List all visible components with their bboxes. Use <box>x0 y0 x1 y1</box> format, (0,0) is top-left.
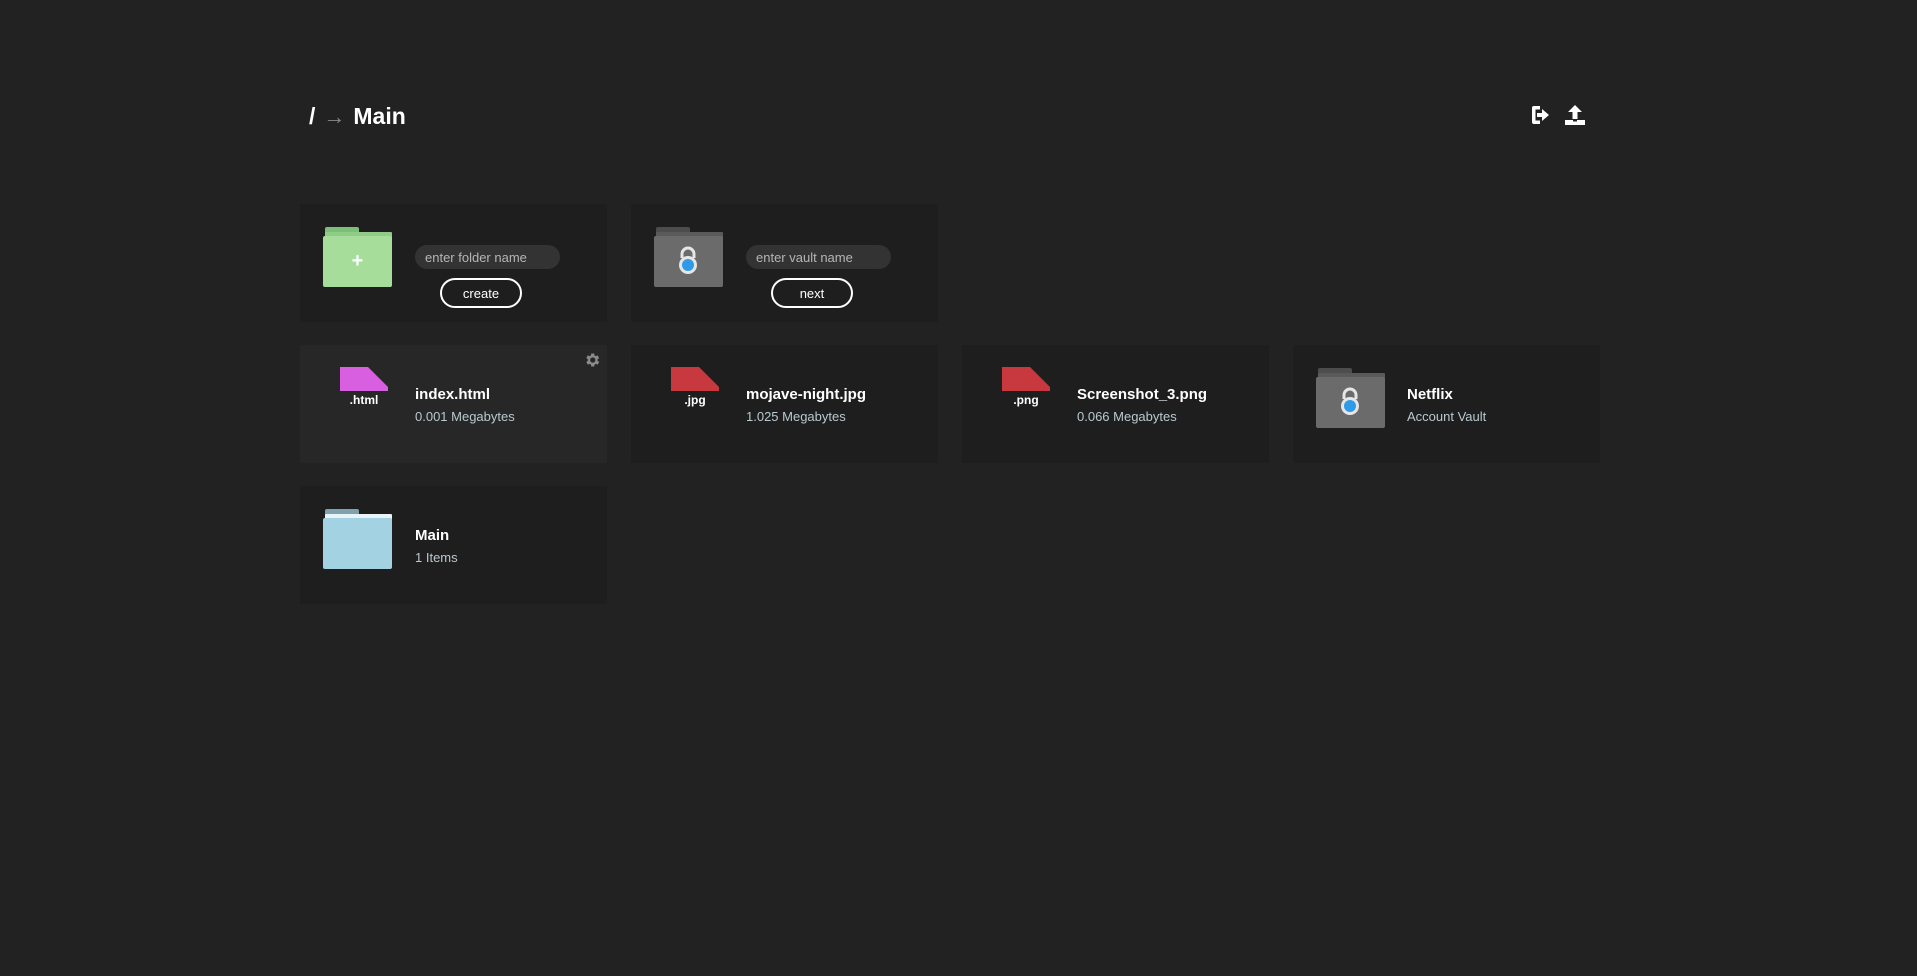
file-size: 0.066 Megabytes <box>1077 409 1177 424</box>
breadcrumb: / → Main <box>309 103 406 130</box>
jpg-file-icon: .jpg <box>671 367 719 407</box>
file-name: Screenshot_3.png <box>1077 386 1208 403</box>
new-vault-icon[interactable] <box>654 227 723 287</box>
breadcrumb-separator: → <box>323 103 346 129</box>
plus-icon: + <box>351 250 364 272</box>
html-file-icon: .html <box>340 367 388 407</box>
new-folder-icon[interactable]: + <box>323 227 392 287</box>
file-name: mojave-night.jpg <box>746 386 866 403</box>
file-size: 0.001 Megabytes <box>415 409 515 424</box>
folder-card-main[interactable]: Main 1 Items <box>300 486 607 604</box>
file-extension: .html <box>349 393 379 407</box>
vault-name-input[interactable] <box>746 245 891 269</box>
png-file-icon: .png <box>1002 367 1050 407</box>
create-vault-card: next <box>631 204 938 322</box>
folder-name-input[interactable] <box>415 245 560 269</box>
upload-icon[interactable] <box>1563 103 1587 127</box>
folder-name: Main <box>415 527 450 544</box>
file-card-mojave-night-jpg[interactable]: .jpg mojave-night.jpg 1.025 Megabytes <box>631 345 938 463</box>
file-extension: .png <box>1013 393 1039 407</box>
header-actions <box>1529 103 1587 127</box>
next-button[interactable]: next <box>771 278 853 308</box>
folder-icon <box>323 509 392 569</box>
file-manager-page: / → Main + create <box>0 0 1917 976</box>
gear-icon[interactable] <box>583 351 601 369</box>
lock-icon <box>1341 387 1359 415</box>
create-folder-card: + create <box>300 204 607 322</box>
file-extension: .jpg <box>684 393 706 407</box>
breadcrumb-current[interactable]: Main <box>353 103 405 130</box>
file-card-screenshot-png[interactable]: .png Screenshot_3.png 0.066 Megabytes <box>962 345 1269 463</box>
file-size: 1.025 Megabytes <box>746 409 846 424</box>
file-card-index-html[interactable]: .html index.html 0.001 Megabytes <box>300 345 607 463</box>
breadcrumb-root[interactable]: / <box>309 103 315 130</box>
logout-icon[interactable] <box>1529 103 1553 127</box>
file-name: index.html <box>415 386 491 403</box>
vault-card-netflix[interactable]: Netflix Account Vault <box>1293 345 1600 463</box>
vault-folder-icon <box>1316 368 1385 428</box>
lock-icon <box>679 246 697 274</box>
folder-item-count: 1 Items <box>415 550 458 565</box>
vault-subtitle: Account Vault <box>1407 409 1487 424</box>
vault-name: Netflix <box>1407 386 1453 403</box>
create-folder-button[interactable]: create <box>440 278 522 308</box>
